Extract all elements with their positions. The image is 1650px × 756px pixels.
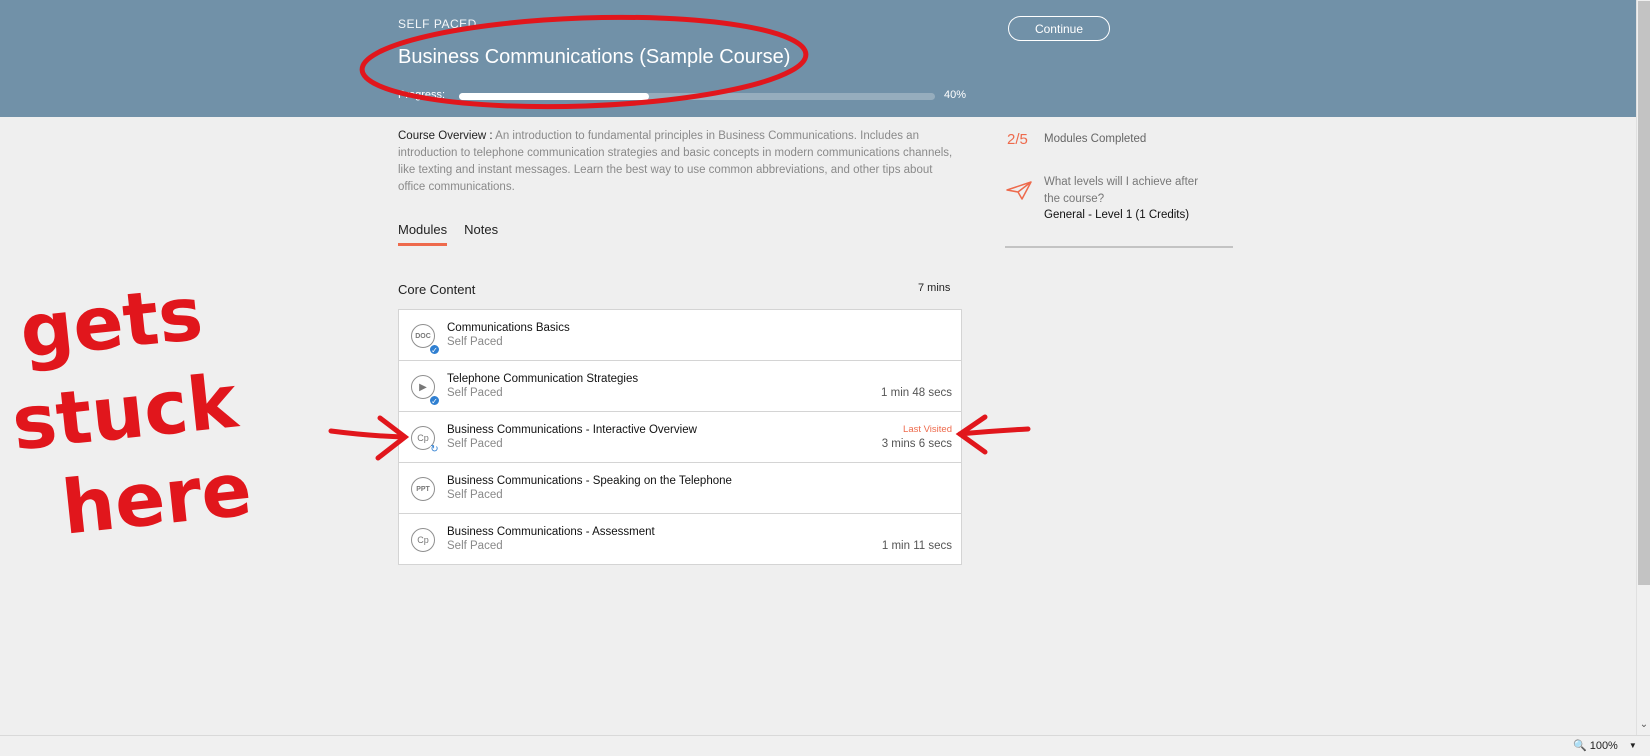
progress-bar-fill xyxy=(459,93,650,100)
browser-status-bar: 🔍 100% ▼ xyxy=(0,735,1650,756)
module-list: DOC ✓ Communications Basics Self Paced ▶… xyxy=(398,309,962,565)
module-item[interactable]: Cp Business Communications - Assessment … xyxy=(398,513,962,565)
section-duration: 7 mins xyxy=(918,282,951,294)
modules-completed-label: Modules Completed xyxy=(1044,133,1147,145)
paper-plane-icon xyxy=(1006,181,1032,200)
module-name: Business Communications - Interactive Ov… xyxy=(447,424,697,436)
module-name: Business Communications - Assessment xyxy=(447,526,655,538)
vertical-scrollbar[interactable]: ⌄ xyxy=(1636,0,1650,735)
continue-button[interactable]: Continue xyxy=(1008,16,1110,41)
module-type: Self Paced xyxy=(447,540,503,552)
module-item[interactable]: PPT Business Communications - Speaking o… xyxy=(398,462,962,514)
section-title: Core Content xyxy=(398,282,476,297)
right-arrow xyxy=(955,414,1031,455)
magnifier-icon: 🔍 xyxy=(1573,740,1587,752)
annotation-text-line: here xyxy=(58,446,256,552)
scroll-down-icon[interactable]: ⌄ xyxy=(1637,719,1650,733)
module-type: Self Paced xyxy=(447,438,503,450)
progress-percent: 40% xyxy=(944,89,967,101)
modules-completed-count: 2/5 xyxy=(1007,131,1028,148)
progress-bar xyxy=(459,93,935,100)
annotation-text-line: gets xyxy=(16,270,207,376)
module-duration: 1 min 48 secs xyxy=(881,387,952,399)
module-type: Self Paced xyxy=(447,489,503,501)
completed-check-icon: ✓ xyxy=(429,395,440,406)
course-type-label: SELF PACED xyxy=(398,17,477,31)
module-type: Self Paced xyxy=(447,387,503,399)
zoom-control[interactable]: 🔍 100% ▼ xyxy=(1573,739,1637,753)
progress-label: Progress: xyxy=(398,89,446,101)
annotation-text-line: stuck xyxy=(8,358,242,468)
module-type: Self Paced xyxy=(447,336,503,348)
in-progress-icon: ↻ xyxy=(429,444,440,456)
levels-answer: General - Level 1 (1 Credits) xyxy=(1044,209,1190,221)
scrollbar-thumb[interactable] xyxy=(1638,1,1650,585)
tab-modules[interactable]: Modules xyxy=(398,222,448,246)
course-title: Business Communications (Sample Course) xyxy=(398,46,791,68)
module-name: Communications Basics xyxy=(447,322,570,334)
tab-notes[interactable]: Notes xyxy=(464,222,498,246)
module-item[interactable]: ▶ ✓ Telephone Communication Strategies S… xyxy=(398,360,962,412)
captivate-icon: Cp xyxy=(411,528,435,552)
course-tabs: Modules Notes xyxy=(398,222,498,246)
course-overview-key: Course Overview : xyxy=(398,130,493,142)
course-overview: Course Overview : An introduction to fun… xyxy=(398,128,960,196)
module-item[interactable]: Cp ↻ Business Communications - Interacti… xyxy=(398,411,962,463)
completed-check-icon: ✓ xyxy=(429,344,440,355)
zoom-dropdown-icon[interactable]: ▼ xyxy=(1629,741,1637,750)
left-arrow xyxy=(328,415,410,461)
module-duration: 1 min 11 secs xyxy=(881,540,952,552)
levels-question: What levels will I achieve after the cou… xyxy=(1044,176,1199,205)
module-duration: 3 mins 6 secs xyxy=(881,438,952,450)
module-name: Telephone Communication Strategies xyxy=(447,373,639,385)
module-name: Business Communications - Speaking on th… xyxy=(447,475,732,487)
zoom-level: 100% xyxy=(1589,739,1618,752)
last-visited-label: Last Visited xyxy=(903,424,952,435)
module-item[interactable]: DOC ✓ Communications Basics Self Paced xyxy=(398,309,962,361)
sidebar-divider xyxy=(1005,246,1233,248)
course-header: SELF PACED Business Communications (Samp… xyxy=(0,0,1636,117)
ppt-icon: PPT xyxy=(411,477,435,501)
